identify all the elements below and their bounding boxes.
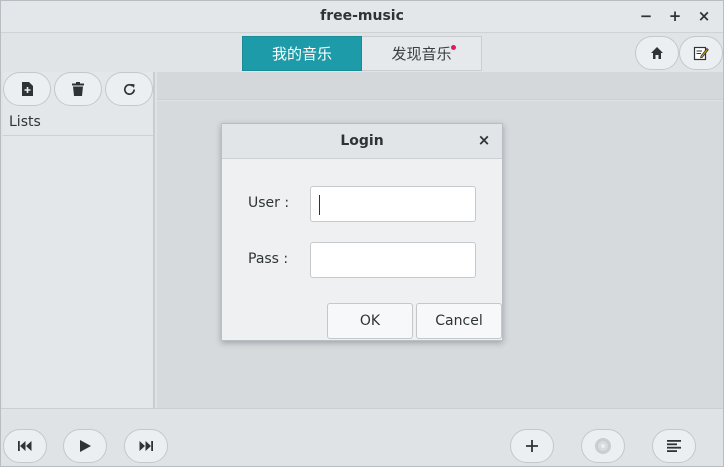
tab-discover-music[interactable]: 发现音乐	[362, 36, 482, 71]
trash-icon	[72, 82, 84, 96]
tab-discover-music-label: 发现音乐	[391, 45, 452, 63]
pass-input[interactable]	[310, 242, 476, 278]
lists-header: Lists	[3, 110, 153, 136]
add-button[interactable]	[510, 429, 554, 463]
dialog-header: Login ×	[222, 124, 502, 159]
minimize-button[interactable]: −	[637, 7, 655, 25]
dialog-title: Login	[340, 133, 384, 149]
dialog-close-button[interactable]: ×	[476, 132, 492, 148]
user-input[interactable]	[310, 186, 476, 222]
edit-icon	[693, 46, 709, 61]
new-list-button[interactable]	[3, 72, 51, 106]
notification-dot	[451, 45, 456, 50]
text-cursor	[319, 195, 320, 215]
tab-my-music-label: 我的音乐	[271, 45, 332, 63]
playlist-icon	[667, 440, 681, 452]
header-bar: 我的音乐 发现音乐	[1, 34, 723, 72]
content-header	[157, 72, 723, 100]
cancel-button[interactable]: Cancel	[416, 303, 502, 339]
pass-label: Pass :	[248, 251, 289, 267]
next-icon	[139, 441, 153, 451]
edit-button[interactable]	[679, 36, 723, 70]
refresh-button[interactable]	[105, 72, 153, 106]
title-bar: free-music − + ×	[1, 1, 723, 33]
add-file-icon	[22, 82, 33, 96]
disc-icon	[595, 438, 611, 454]
next-button[interactable]	[124, 429, 168, 463]
add-icon	[526, 440, 538, 452]
previous-icon	[18, 441, 32, 451]
play-button[interactable]	[63, 429, 107, 463]
window-title: free-music	[320, 8, 404, 24]
playlist-sidebar: Lists	[3, 72, 155, 408]
refresh-icon	[123, 83, 135, 95]
delete-list-button[interactable]	[54, 72, 102, 106]
playlist-button[interactable]	[652, 429, 696, 463]
home-icon	[651, 47, 663, 59]
login-dialog: Login × User : Pass : OK Cancel	[221, 123, 503, 341]
previous-button[interactable]	[3, 429, 47, 463]
player-bar	[1, 408, 723, 466]
maximize-button[interactable]: +	[666, 7, 684, 25]
view-tabs: 我的音乐 发现音乐	[242, 36, 482, 71]
home-button[interactable]	[635, 36, 679, 70]
user-label: User :	[248, 195, 290, 211]
ok-button[interactable]: OK	[327, 303, 413, 339]
disc-button[interactable]	[581, 429, 625, 463]
close-window-button[interactable]: ×	[695, 7, 713, 25]
tab-my-music[interactable]: 我的音乐	[242, 36, 362, 71]
play-icon	[79, 440, 91, 452]
